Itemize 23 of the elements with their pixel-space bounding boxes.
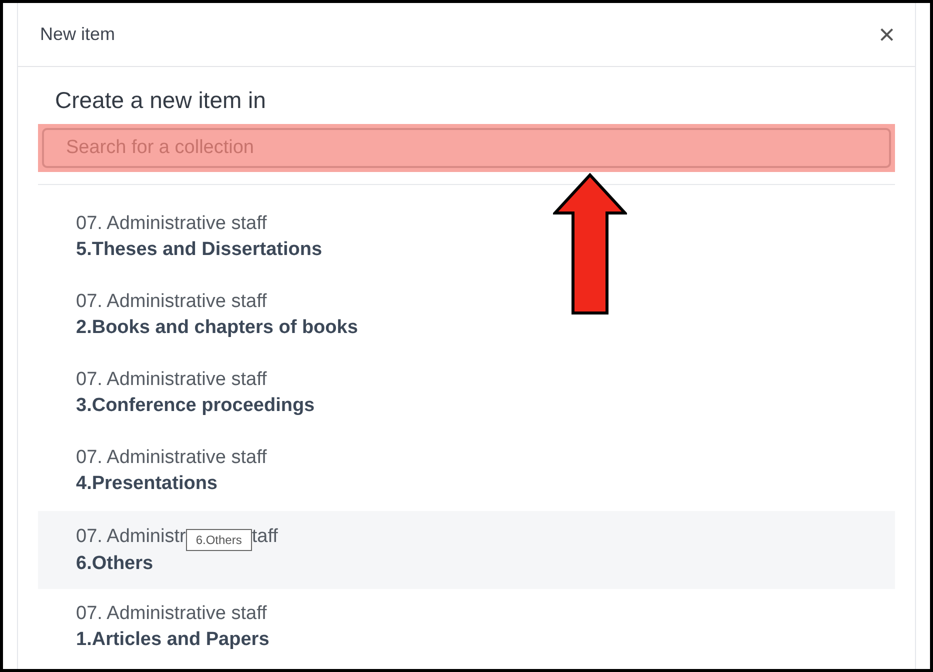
collection-title: 3.Conference proceedings [76, 394, 316, 418]
close-button[interactable]: × [878, 20, 895, 48]
collection-title: 5.Theses and Dissertations [76, 238, 324, 262]
collection-item[interactable]: 07. Administrative staff 4.Presentations [38, 432, 895, 510]
parent-community: 07. Administrative staff [76, 212, 268, 236]
collection-title: 4.Presentations [76, 472, 218, 496]
parent-community: 07. Administrative staff [76, 290, 268, 314]
parent-community: 07. Administrative staff [76, 446, 268, 470]
collection-item[interactable]: 07. Administrative staff 1.Articles and Papers [38, 588, 895, 666]
collection-title: 6.Others [76, 552, 154, 576]
collection-item[interactable]: 07. Administr 6.Others taff 6.Others [38, 510, 895, 588]
dialog-title: New item [40, 23, 116, 46]
parent-community: taff [252, 524, 278, 548]
parent-community: 07. Administrative staff [76, 368, 268, 392]
section-heading: Create a new item in [54, 86, 267, 115]
collection-item[interactable]: 07. Administrative staff 3.Conference proceedings [38, 354, 895, 432]
parent-community: 07. Administr [76, 524, 186, 548]
parent-community: 07. Administrative staff [76, 602, 268, 626]
collection-item[interactable]: 07. Administrative staff 2.Books and chapters of books [38, 276, 895, 354]
collection-title: 1.Articles and Papers [76, 628, 270, 652]
collection-item[interactable]: 07. Administrative staff 5.Theses and Dissertations [38, 198, 895, 276]
collection-title: 2.Books and chapters of books [76, 316, 359, 340]
tooltip: 6.Others [186, 528, 252, 550]
